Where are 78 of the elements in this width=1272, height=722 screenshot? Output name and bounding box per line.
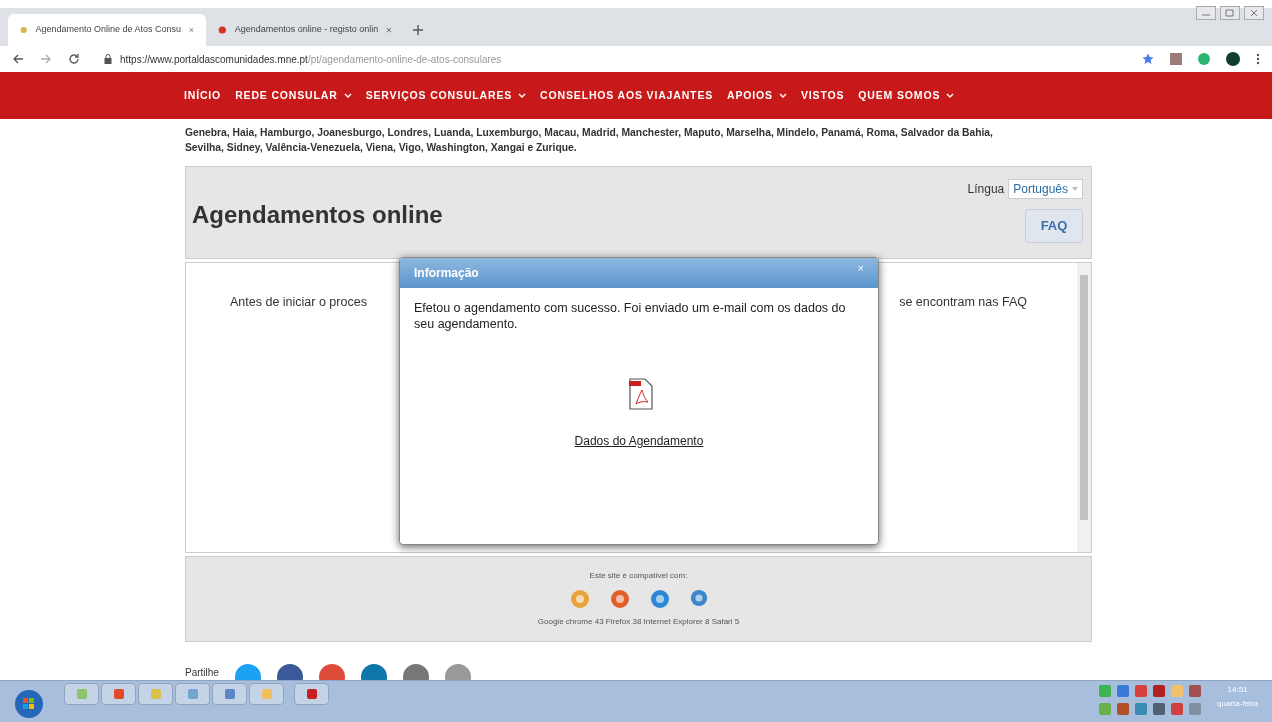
close-icon[interactable] xyxy=(1244,6,1264,20)
share-label: Partilhe xyxy=(185,665,219,680)
app-icon xyxy=(186,688,199,700)
tray-icon[interactable] xyxy=(1135,685,1148,697)
language-select[interactable]: Português xyxy=(1008,179,1083,199)
caret-icon xyxy=(1072,186,1078,192)
reload-icon[interactable] xyxy=(68,53,80,65)
app-icon xyxy=(305,688,318,700)
taskbar-button[interactable] xyxy=(101,683,136,705)
minimize-icon[interactable] xyxy=(1196,6,1216,20)
app-icon xyxy=(149,688,162,700)
tray-icon[interactable] xyxy=(1153,703,1166,715)
chevron-down-icon xyxy=(946,92,955,99)
profile-avatar-icon[interactable] xyxy=(1226,52,1240,66)
tab-title: Agendamento Online de Atos Consu xyxy=(35,23,182,37)
clock-time: 14:51 xyxy=(1227,684,1248,696)
chevron-down-icon xyxy=(778,92,787,99)
nav-link[interactable]: SERVIÇOS CONSULARES xyxy=(365,87,527,104)
chrome-icon xyxy=(569,589,590,609)
tray-icon[interactable] xyxy=(1171,703,1184,715)
browsers-text: Google chrome 43 Firefox 38 Internet Explorer 8 Safari 5 xyxy=(537,616,740,628)
app-icon xyxy=(260,688,273,700)
tray-icon[interactable] xyxy=(1117,703,1130,715)
nav-link[interactable]: QUEM SOMOS xyxy=(858,87,955,104)
nav-link[interactable]: VISTOS xyxy=(800,87,845,104)
tab-title: Agendamentos online - registo onlin xyxy=(234,23,379,37)
intro-text: Sevilha, Sidney, Valência-Venezuela, Viena, Vigo, Washington, Xangai e Zurique. xyxy=(185,141,578,155)
firefox-icon xyxy=(609,589,630,609)
faq-button[interactable]: FAQ xyxy=(1025,209,1083,243)
restore-icon[interactable] xyxy=(1220,6,1240,20)
extension-icon[interactable] xyxy=(1198,53,1210,65)
lock-icon xyxy=(104,54,112,64)
star-icon[interactable] xyxy=(1142,53,1154,65)
nav-link[interactable]: CONSELHOS AOS VIAJANTES xyxy=(540,87,714,104)
taskbar-button[interactable] xyxy=(294,683,329,705)
back-icon[interactable] xyxy=(12,53,24,65)
nav-link[interactable]: APOIOS xyxy=(727,87,787,104)
intro-text: Genebra, Haia, Hamburgo, Joanesburgo, Londres, Luanda, Luxemburgo, Macau, Madrid, Manchester, Maputo, Marselha, Mindelo, Panamá, Roma, Salvador da Bahia, xyxy=(185,126,994,140)
forward-icon[interactable] xyxy=(40,53,52,65)
language-label: Língua xyxy=(967,181,1005,198)
url-text: https://www.portaldascomunidades.mne.pt/pt/agendamento-online-de-atos-consulares xyxy=(120,52,502,67)
close-icon[interactable] xyxy=(386,26,392,34)
app-icon xyxy=(223,688,236,700)
taskbar-button[interactable] xyxy=(138,683,173,705)
pdf-download-link[interactable]: Dados do Agendamento xyxy=(574,432,704,450)
compat-text: Este site é compatível com: xyxy=(589,570,688,582)
browser-tab[interactable]: Agendamento Online de Atos Consu xyxy=(8,14,206,46)
compass-icon xyxy=(689,589,708,607)
dialog-title: Informação xyxy=(414,265,479,282)
taskbar-button[interactable] xyxy=(64,683,99,705)
tab-favicon-icon xyxy=(218,24,227,36)
tray-icon[interactable] xyxy=(1117,685,1130,697)
chevron-down-icon xyxy=(518,92,527,99)
menu-icon[interactable] xyxy=(1256,53,1260,65)
tab-favicon-icon xyxy=(20,24,28,36)
chevron-down-icon xyxy=(343,92,352,99)
close-icon[interactable] xyxy=(189,26,194,34)
nav-link[interactable]: REDE CONSULAR xyxy=(235,87,352,104)
clock-day: quarta-feira xyxy=(1217,697,1258,711)
pdf-file-icon xyxy=(629,378,653,410)
tray-icon[interactable] xyxy=(1153,685,1166,697)
internet-explorer-icon xyxy=(649,589,670,609)
instructions-text: se encontram nas FAQ xyxy=(899,294,1027,311)
instructions-text: Antes de iniciar o proces xyxy=(230,294,367,311)
tray-icon[interactable] xyxy=(1135,703,1148,715)
start-button[interactable] xyxy=(14,689,44,719)
taskbar-button[interactable] xyxy=(175,683,210,705)
address-field[interactable]: https://www.portaldascomunidades.mne.pt/pt/agendamento-online-de-atos-consulares xyxy=(96,48,1126,70)
page-title: Agendamentos online xyxy=(192,199,443,230)
dialog-message: Efetou o agendamento com sucesso. Foi enviado um e-mail com os dados do seu agendamento. xyxy=(413,300,847,332)
tray-icon[interactable] xyxy=(1189,685,1202,697)
tray-icon[interactable] xyxy=(1189,703,1202,715)
app-icon xyxy=(75,688,88,700)
app-icon xyxy=(112,688,125,700)
taskbar-button[interactable] xyxy=(212,683,247,705)
browser-tab[interactable]: Agendamentos online - registo onlin xyxy=(206,14,404,46)
nav-link[interactable]: INÍCIO xyxy=(184,87,222,104)
new-tab-icon[interactable] xyxy=(412,24,424,36)
